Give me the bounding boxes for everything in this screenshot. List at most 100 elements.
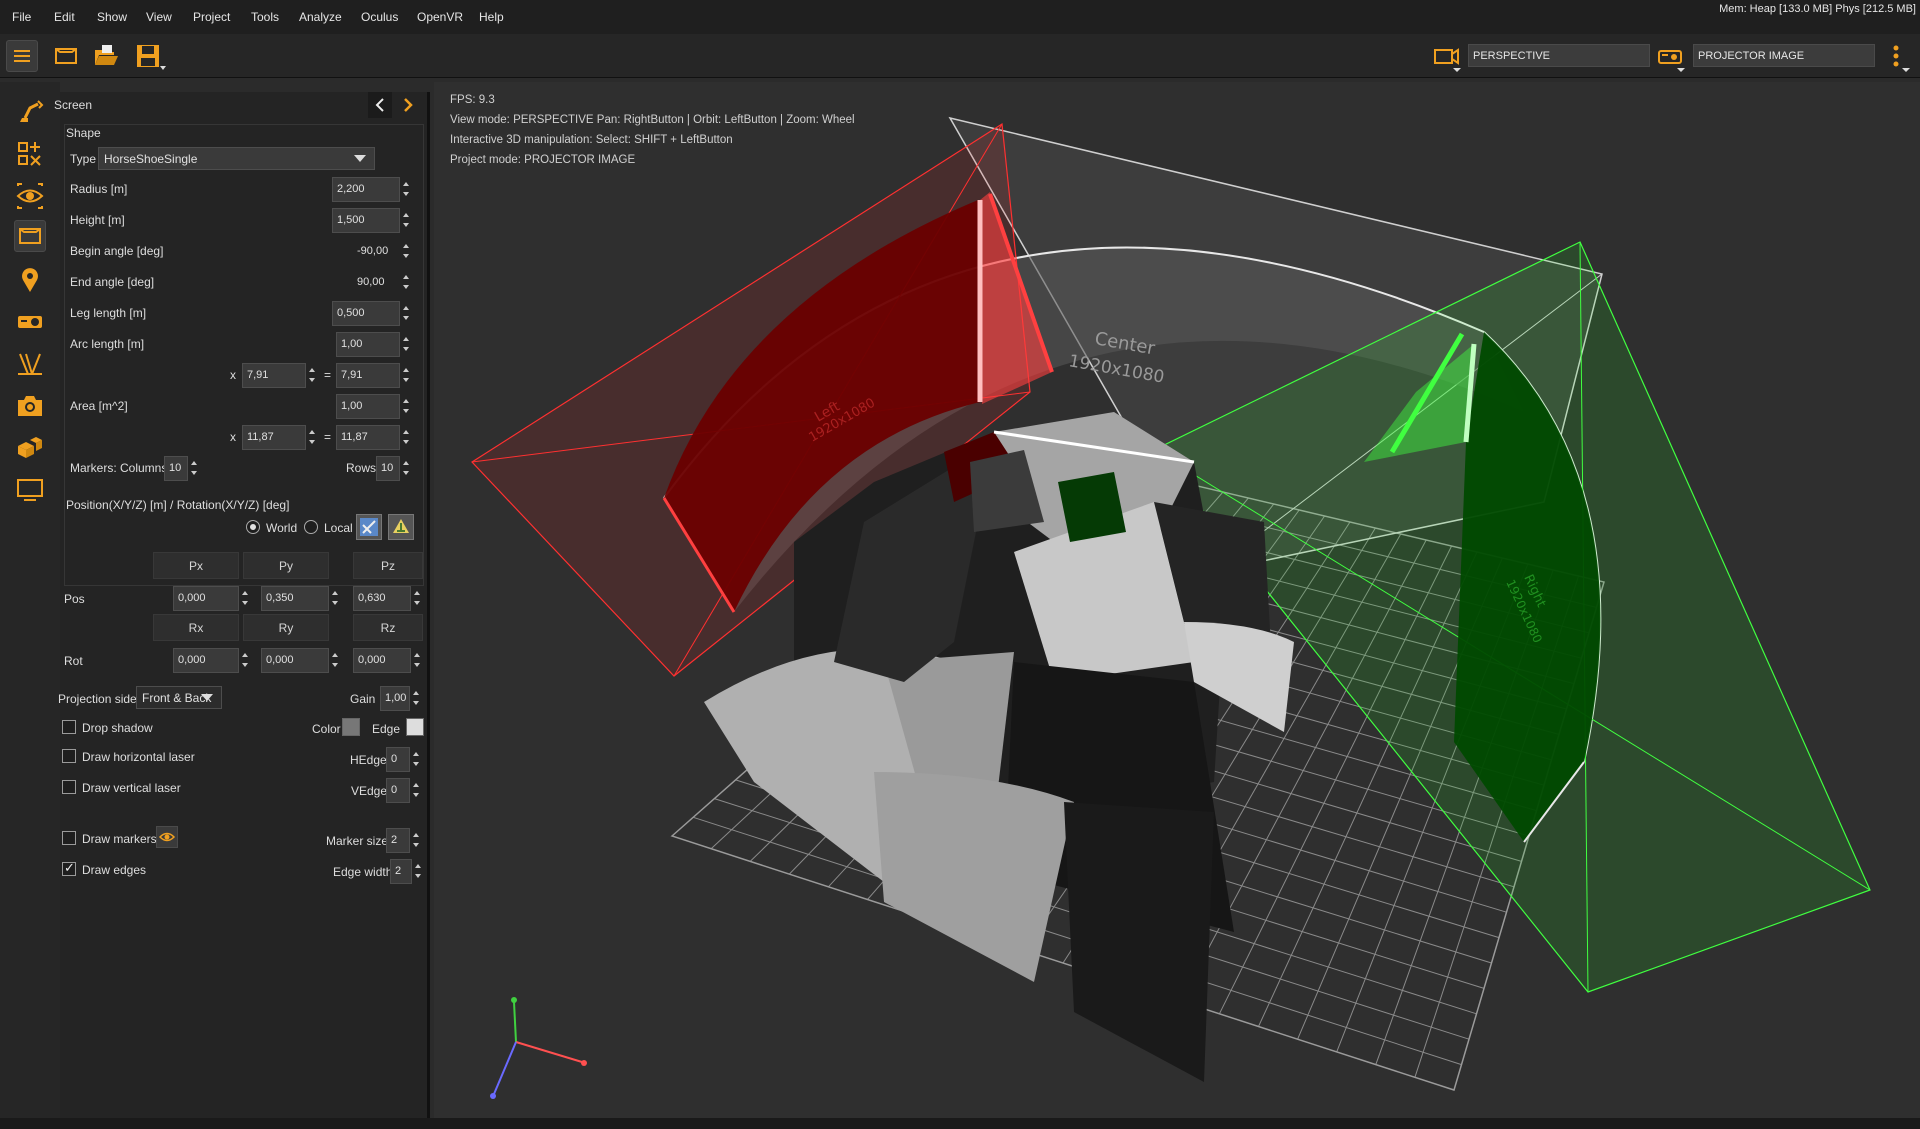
draw-vertical-laser-checkbox[interactable] — [62, 780, 76, 794]
markers-columns-input[interactable]: 10 — [164, 456, 188, 481]
menu-project[interactable]: Project — [193, 10, 230, 24]
begin-angle-stepper[interactable] — [400, 239, 412, 264]
menu-edit[interactable]: Edit — [54, 10, 75, 24]
panel-prev-button[interactable] — [368, 92, 392, 118]
menu-oculus[interactable]: Oculus — [361, 10, 398, 24]
rot-x-input[interactable]: 0,000 — [173, 648, 239, 673]
local-axes-icon[interactable] — [388, 514, 414, 540]
gain-input[interactable]: 1,00 — [380, 686, 410, 711]
world-axes-icon[interactable] — [356, 514, 382, 540]
menu-help[interactable]: Help — [479, 10, 504, 24]
arc-x-stepper[interactable] — [306, 363, 318, 388]
project-mode-field[interactable]: PROJECTOR IMAGE — [1693, 44, 1875, 67]
screen-shape-icon[interactable] — [14, 220, 46, 252]
menu-analyze[interactable]: Analyze — [299, 10, 342, 24]
type-select[interactable]: HorseShoeSingle — [98, 147, 375, 170]
menu-view[interactable]: View — [146, 10, 172, 24]
end-angle-input[interactable]: 90,00 — [352, 270, 400, 295]
view-mode-field[interactable]: PERSPECTIVE — [1468, 44, 1650, 67]
menu-show[interactable]: Show — [97, 10, 127, 24]
height-input[interactable]: 1,500 — [332, 208, 400, 233]
area-eq-stepper[interactable] — [400, 425, 412, 450]
area-x-stepper[interactable] — [306, 425, 318, 450]
vedge-stepper[interactable] — [410, 778, 422, 803]
frustum-icon[interactable] — [14, 348, 46, 380]
arc-length-input[interactable]: 1,00 — [336, 332, 400, 357]
hamburger-menu-icon[interactable] — [6, 40, 38, 72]
blend-cubes-icon[interactable] — [14, 432, 46, 464]
area-stepper[interactable] — [400, 394, 412, 419]
display-monitor-icon[interactable] — [14, 474, 46, 506]
camera-icon[interactable] — [14, 390, 46, 422]
end-angle-label: End angle [deg] — [70, 275, 155, 289]
world-radio[interactable] — [246, 520, 260, 534]
camera-view-icon[interactable] — [1430, 40, 1462, 72]
add-object-icon[interactable] — [14, 138, 46, 170]
marker-visibility-eye-icon[interactable] — [156, 826, 178, 848]
edge-width-stepper[interactable] — [412, 859, 424, 884]
markers-columns-stepper[interactable] — [188, 456, 200, 481]
rot-y-stepper[interactable] — [329, 648, 341, 673]
gain-stepper[interactable] — [410, 686, 422, 711]
menu-file[interactable]: File — [12, 10, 31, 24]
vedge-input[interactable]: 0 — [386, 778, 410, 803]
panel-next-button[interactable] — [396, 92, 420, 118]
vedge-label: VEdge — [351, 784, 388, 798]
robot-arm-icon[interactable] — [14, 96, 46, 128]
marker-size-input[interactable]: 2 — [386, 828, 410, 853]
local-radio[interactable] — [304, 520, 318, 534]
pos-x-stepper[interactable] — [239, 586, 251, 611]
edge-width-input[interactable]: 2 — [390, 859, 412, 884]
menu-tools[interactable]: Tools — [251, 10, 279, 24]
draw-markers-checkbox[interactable] — [62, 831, 76, 845]
draw-horizontal-laser-checkbox[interactable] — [62, 749, 76, 763]
new-project-icon[interactable] — [50, 40, 82, 72]
hedge-stepper[interactable] — [410, 747, 422, 772]
open-folder-icon[interactable] — [90, 40, 122, 72]
radius-input[interactable]: 2,200 — [332, 177, 400, 202]
begin-angle-label: Begin angle [deg] — [70, 244, 164, 258]
pos-y-input[interactable]: 0,350 — [261, 586, 329, 611]
arc-x-input[interactable]: 7,91 — [242, 363, 306, 388]
rows-stepper[interactable] — [400, 456, 412, 481]
rot-x-stepper[interactable] — [239, 648, 251, 673]
arc-eq-label: = — [324, 368, 332, 382]
radius-stepper[interactable] — [400, 177, 412, 202]
hedge-input[interactable]: 0 — [386, 747, 410, 772]
arc-length-stepper[interactable] — [400, 332, 412, 357]
rot-y-input[interactable]: 0,000 — [261, 648, 329, 673]
eye-view-icon[interactable] — [14, 180, 46, 212]
area-x-input[interactable]: 11,87 — [242, 425, 306, 450]
leg-length-stepper[interactable] — [400, 301, 412, 326]
more-options-icon[interactable] — [1882, 40, 1914, 72]
rows-input[interactable]: 10 — [376, 456, 400, 481]
color-swatch[interactable] — [342, 718, 360, 736]
edge-color-swatch[interactable] — [406, 718, 424, 736]
end-angle-stepper[interactable] — [400, 270, 412, 295]
projection-side-select[interactable]: Front & Back — [136, 686, 222, 709]
pos-y-stepper[interactable] — [329, 586, 341, 611]
rot-z-input[interactable]: 0,000 — [353, 648, 411, 673]
area-input[interactable]: 1,00 — [336, 394, 400, 419]
pos-z-stepper[interactable] — [411, 586, 423, 611]
save-icon[interactable] — [132, 40, 166, 72]
draw-edges-checkbox[interactable] — [62, 860, 76, 876]
world-label: World — [266, 521, 298, 535]
leg-length-input[interactable]: 0,500 — [332, 301, 400, 326]
area-eq-input[interactable]: 11,87 — [336, 425, 400, 450]
pos-z-input[interactable]: 0,630 — [353, 586, 411, 611]
pos-x-input[interactable]: 0,000 — [173, 586, 239, 611]
begin-angle-input[interactable]: -90,00 — [352, 239, 400, 264]
projector-list-icon[interactable] — [14, 306, 46, 338]
location-pin-icon[interactable] — [14, 264, 46, 296]
height-label: Height [m] — [70, 213, 125, 227]
rot-z-stepper[interactable] — [411, 648, 423, 673]
3d-viewport[interactable]: FPS: 9.3 View mode: PERSPECTIVE Pan: Rig… — [434, 82, 1920, 1118]
arc-eq-stepper[interactable] — [400, 363, 412, 388]
menu-openvr[interactable]: OpenVR — [417, 10, 463, 24]
drop-shadow-checkbox[interactable] — [62, 720, 76, 734]
height-stepper[interactable] — [400, 208, 412, 233]
projector-icon[interactable] — [1654, 40, 1686, 72]
marker-size-stepper[interactable] — [410, 828, 422, 853]
arc-eq-input[interactable]: 7,91 — [336, 363, 400, 388]
